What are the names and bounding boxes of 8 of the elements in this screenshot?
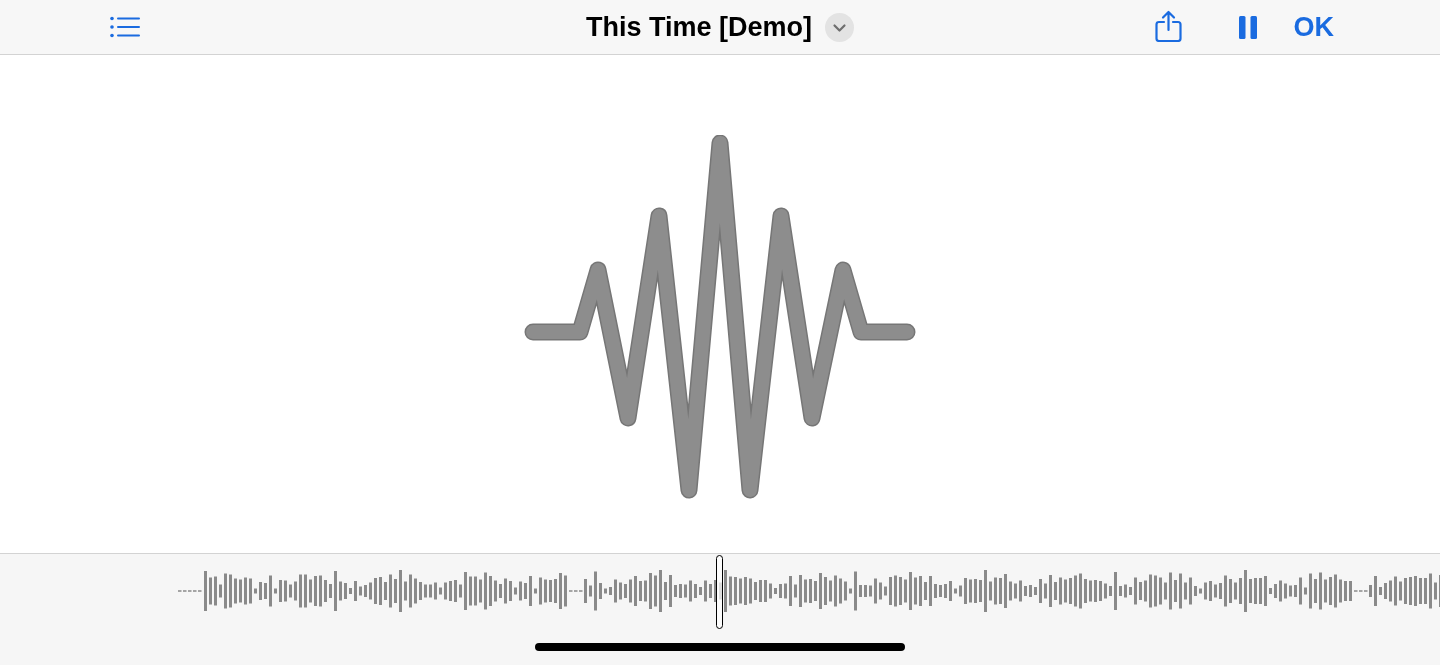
share-icon[interactable] (1154, 10, 1182, 42)
chevron-down-icon[interactable] (825, 12, 854, 42)
list-icon (110, 16, 140, 38)
list-button[interactable] (108, 14, 142, 40)
song-title[interactable]: This Time [Demo] (585, 13, 812, 41)
ok-button[interactable]: OK (1293, 13, 1334, 41)
playhead-handle[interactable] (716, 555, 723, 629)
pause-icon[interactable] (1238, 15, 1257, 39)
